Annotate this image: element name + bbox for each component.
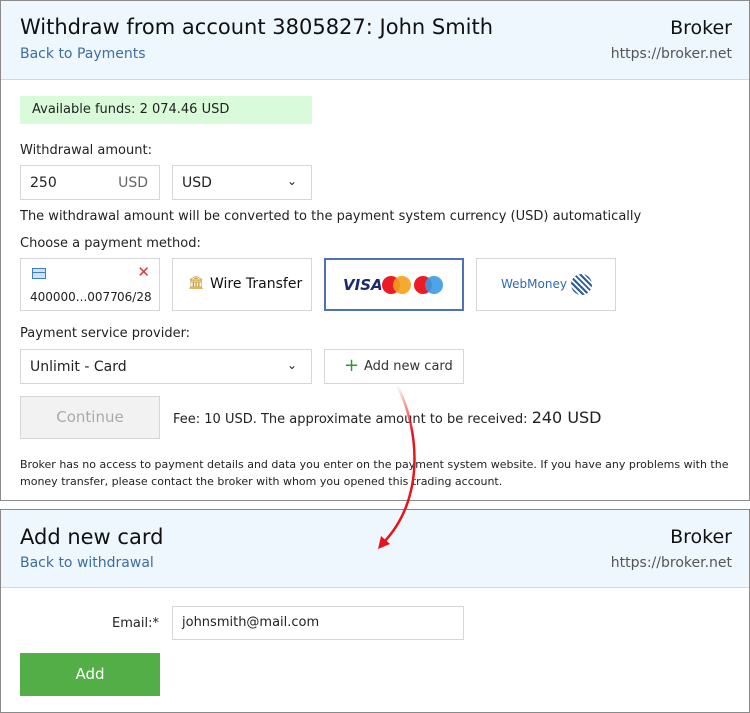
remove-card-icon[interactable]: ✕ — [137, 263, 150, 281]
received-amount: 240 USD — [531, 408, 602, 427]
fee-text: Fee: 10 USD. The approximate amount to b… — [173, 408, 602, 427]
card-expiry: 06/28 — [117, 290, 152, 304]
add-card-title: Add new card — [20, 525, 164, 549]
amount-label: Withdrawal amount: — [20, 143, 152, 158]
withdraw-panel: Withdraw from account 3805827: John Smit… — [0, 0, 750, 501]
continue-button[interactable]: Continue — [20, 396, 160, 439]
webmoney-label: WebMoney — [501, 277, 567, 291]
visa-logo: VISA — [343, 276, 383, 294]
method-label: Choose a payment method: — [20, 236, 201, 251]
conversion-note: The withdrawal amount will be converted … — [20, 209, 642, 224]
broker-url[interactable]: https://broker.net — [611, 46, 732, 62]
bank-icon: 🏛 — [188, 276, 205, 291]
add-card-header: Add new card Back to withdrawal Broker h… — [1, 510, 749, 588]
available-funds: Available funds: 2 074.46 USD — [20, 96, 312, 124]
visa-mastercard-method[interactable]: VISA — [324, 258, 464, 311]
webmoney-method[interactable]: WebMoney — [476, 258, 616, 311]
add-new-card-button[interactable]: + Add new card — [324, 349, 464, 384]
card-number: 400000...0077 — [30, 290, 118, 304]
email-label: Email:* — [112, 616, 159, 631]
wire-transfer-method[interactable]: 🏛 Wire Transfer — [172, 258, 312, 311]
currency-select[interactable]: USD ⌄ — [172, 165, 312, 200]
chevron-down-icon: ⌄ — [286, 358, 297, 372]
provider-value: Unlimit - Card — [30, 359, 127, 375]
email-input[interactable]: johnsmith@mail.com — [172, 606, 464, 640]
amount-currency: USD — [118, 175, 148, 191]
card-icon — [32, 268, 46, 279]
broker-name: Broker — [670, 526, 732, 548]
fee-label: Fee: 10 USD. The approximate amount to b… — [173, 412, 528, 427]
add-card-panel: Add new card Back to withdrawal Broker h… — [0, 509, 750, 713]
broker-name: Broker — [670, 17, 732, 39]
saved-card-method[interactable]: ✕ 400000...0077 06/28 — [20, 258, 160, 311]
wire-transfer-label: Wire Transfer — [210, 276, 303, 292]
withdraw-header: Withdraw from account 3805827: John Smit… — [1, 1, 749, 80]
chevron-down-icon: ⌄ — [286, 174, 297, 188]
amount-value: 250 — [30, 175, 57, 191]
broker-url[interactable]: https://broker.net — [611, 555, 732, 571]
amount-input[interactable]: 250 USD — [20, 165, 160, 200]
provider-label: Payment service provider: — [20, 326, 191, 341]
webmoney-globe-icon — [571, 274, 592, 295]
provider-select[interactable]: Unlimit - Card ⌄ — [20, 349, 312, 384]
back-to-withdrawal-link[interactable]: Back to withdrawal — [20, 555, 154, 571]
add-new-card-label: Add new card — [364, 359, 453, 374]
back-to-payments-link[interactable]: Back to Payments — [20, 46, 146, 62]
disclaimer: Broker has no access to payment details … — [20, 458, 729, 488]
page-title: Withdraw from account 3805827: John Smit… — [20, 15, 494, 39]
plus-icon: + — [344, 355, 360, 376]
mastercard-maestro-icon — [382, 276, 443, 294]
currency-value: USD — [182, 175, 212, 191]
add-button[interactable]: Add — [20, 653, 160, 696]
